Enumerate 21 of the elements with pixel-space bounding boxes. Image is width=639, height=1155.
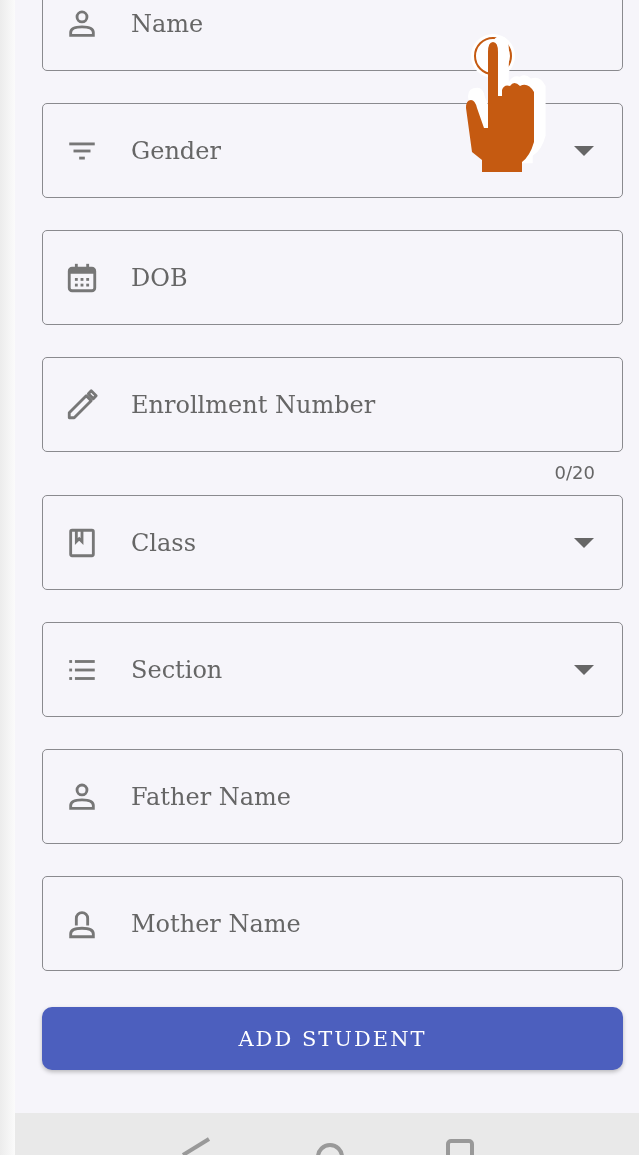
placeholder-text: Father Name — [131, 782, 291, 811]
caret-icon — [574, 664, 594, 675]
dropdown-field[interactable]: Gender — [42, 103, 623, 198]
add-student-button[interactable]: ADD STUDENT — [42, 1007, 623, 1070]
placeholder-text: Section — [131, 655, 223, 684]
pencil-icon — [65, 387, 99, 422]
placeholder-text: Enrollment Number — [131, 390, 376, 419]
dropdown-field[interactable]: Class — [42, 495, 623, 590]
input-field[interactable]: Enrollment Number — [42, 357, 623, 452]
input-field[interactable]: Mother Name — [42, 876, 623, 971]
character-counter: 0/20 — [554, 462, 595, 484]
input-field[interactable]: Father Name — [42, 749, 623, 844]
placeholder-text: DOB — [131, 263, 188, 292]
caret-icon — [574, 537, 594, 548]
placeholder-text: Gender — [131, 136, 221, 165]
input-field[interactable]: DOB — [42, 230, 623, 325]
placeholder-text: Class — [131, 528, 196, 557]
dropdown-field[interactable]: Section — [42, 622, 623, 717]
caret-icon — [574, 145, 594, 156]
placeholder-text: Name — [131, 9, 204, 38]
placeholder-text: Mother Name — [131, 909, 301, 938]
